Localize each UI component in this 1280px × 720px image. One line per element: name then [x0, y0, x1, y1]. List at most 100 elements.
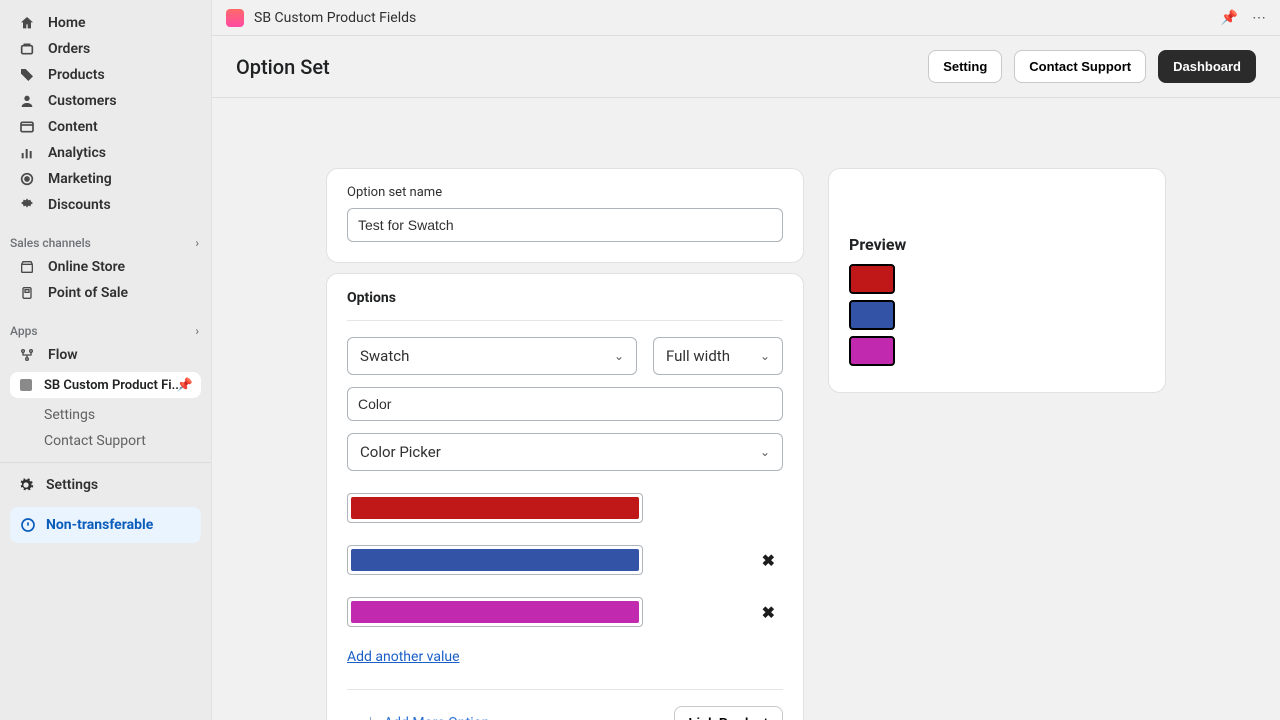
nav-products[interactable]: Products: [0, 62, 211, 88]
option-label-input[interactable]: [347, 387, 783, 421]
options-label: Options: [347, 290, 783, 306]
color-input[interactable]: [347, 545, 643, 575]
content-icon: [18, 119, 36, 135]
app-icon: [18, 377, 34, 393]
nav-label: Discounts: [48, 197, 111, 213]
setting-button[interactable]: Setting: [928, 50, 1002, 83]
sidebar-active-app[interactable]: SB Custom Product Fi... 📌: [10, 372, 201, 398]
divider: [0, 462, 211, 463]
chevron-right-icon: ›: [195, 324, 199, 338]
plus-icon: ＋: [363, 712, 378, 720]
nav-discounts[interactable]: Discounts: [0, 192, 211, 218]
marketing-icon: [18, 171, 36, 187]
name-label: Option set name: [347, 185, 783, 200]
app-name: SB Custom Product Fields: [254, 10, 416, 26]
option-set-name-input[interactable]: [347, 208, 783, 242]
link-product-button[interactable]: Link Product: [674, 706, 783, 720]
preview-swatch[interactable]: [849, 264, 895, 294]
options-card: Options Swatch ⌄ Full width ⌄ Color Pick…: [326, 273, 804, 720]
select-value: Color Picker: [360, 443, 441, 461]
non-transferable-badge[interactable]: Non-transferable: [10, 507, 201, 543]
topbar: SB Custom Product Fields 📌 ⋯: [212, 0, 1280, 36]
discounts-icon: [18, 197, 36, 213]
active-app-label: SB Custom Product Fi...: [44, 378, 183, 393]
nav-label: Analytics: [48, 145, 106, 161]
content: Option set name Options Swatch ⌄ Full wi…: [212, 98, 1280, 720]
swatch-mode-select[interactable]: Color Picker ⌄: [347, 433, 783, 471]
store-icon: [18, 259, 36, 275]
badge-label: Non-transferable: [46, 517, 153, 533]
chevron-down-icon: ⌄: [614, 349, 624, 363]
color-value-row: ✖: [347, 545, 783, 575]
color-value-row: ✖: [347, 597, 783, 627]
color-input[interactable]: [347, 493, 643, 523]
nav-label: Point of Sale: [48, 285, 128, 301]
nav-customers[interactable]: Customers: [0, 88, 211, 114]
nav-label: Content: [48, 119, 98, 135]
divider: [347, 689, 783, 690]
pos-icon: [18, 285, 36, 301]
dashboard-button[interactable]: Dashboard: [1158, 50, 1256, 83]
apps-header[interactable]: Apps ›: [0, 316, 211, 342]
section-label: Apps: [10, 324, 38, 338]
nav-home[interactable]: Home: [0, 10, 211, 36]
preview-swatch[interactable]: [849, 336, 895, 366]
app-sub-settings[interactable]: Settings: [0, 402, 211, 428]
option-width-select[interactable]: Full width ⌄: [653, 337, 783, 375]
gear-icon: [18, 477, 34, 493]
remove-value-icon[interactable]: ✖: [762, 551, 775, 570]
chevron-right-icon: ›: [195, 236, 199, 250]
option-type-select[interactable]: Swatch ⌄: [347, 337, 637, 375]
pin-icon[interactable]: 📌: [177, 378, 193, 393]
nav-analytics[interactable]: Analytics: [0, 140, 211, 166]
add-another-value-link[interactable]: Add another value: [347, 649, 460, 665]
preview-label: Preview: [849, 235, 1145, 254]
nav-label: Products: [48, 67, 105, 83]
app-logo: [226, 9, 244, 27]
nav-pos[interactable]: Point of Sale: [0, 280, 211, 306]
analytics-icon: [18, 145, 36, 161]
nav-flow[interactable]: Flow: [0, 342, 211, 368]
page-title: Option Set: [236, 55, 330, 79]
chevron-down-icon: ⌄: [760, 445, 770, 459]
color-input[interactable]: [347, 597, 643, 627]
nav-label: Orders: [48, 41, 90, 57]
products-icon: [18, 67, 36, 83]
option-set-name-card: Option set name: [326, 168, 804, 263]
nav-label: Home: [48, 15, 86, 31]
pin-icon[interactable]: 📌: [1221, 10, 1238, 26]
nav-online-store[interactable]: Online Store: [0, 254, 211, 280]
select-value: Full width: [666, 347, 730, 365]
app-sub-contact[interactable]: Contact Support: [0, 428, 211, 454]
color-value-row: [347, 493, 783, 523]
preview-swatch[interactable]: [849, 300, 895, 330]
add-more-label: Add More Option: [384, 715, 489, 720]
contact-support-button[interactable]: Contact Support: [1014, 50, 1146, 83]
info-icon: [20, 517, 36, 533]
home-icon: [18, 15, 36, 31]
page-header: Option Set Setting Contact Support Dashb…: [212, 36, 1280, 98]
chevron-down-icon: ⌄: [760, 349, 770, 363]
flow-icon: [18, 347, 36, 363]
nav-label: Marketing: [48, 171, 112, 187]
customers-icon: [18, 93, 36, 109]
nav-label: Flow: [48, 347, 78, 363]
nav-orders[interactable]: Orders: [0, 36, 211, 62]
nav-content[interactable]: Content: [0, 114, 211, 140]
sidebar: Home Orders Products Customers Content A…: [0, 0, 212, 720]
orders-icon: [18, 41, 36, 57]
more-icon[interactable]: ⋯: [1252, 10, 1266, 26]
main: SB Custom Product Fields 📌 ⋯ Option Set …: [212, 0, 1280, 720]
preview-card: Preview: [828, 168, 1166, 393]
remove-value-icon[interactable]: ✖: [762, 603, 775, 622]
nav-label: Online Store: [48, 259, 125, 275]
nav-settings[interactable]: Settings: [0, 471, 211, 499]
section-label: Sales channels: [10, 236, 91, 250]
select-value: Swatch: [360, 347, 409, 365]
nav-marketing[interactable]: Marketing: [0, 166, 211, 192]
add-more-option-link[interactable]: ＋ Add More Option: [347, 712, 489, 720]
nav-label: Settings: [46, 477, 98, 493]
divider: [347, 320, 783, 321]
sales-channels-header[interactable]: Sales channels ›: [0, 228, 211, 254]
nav-label: Customers: [48, 93, 117, 109]
